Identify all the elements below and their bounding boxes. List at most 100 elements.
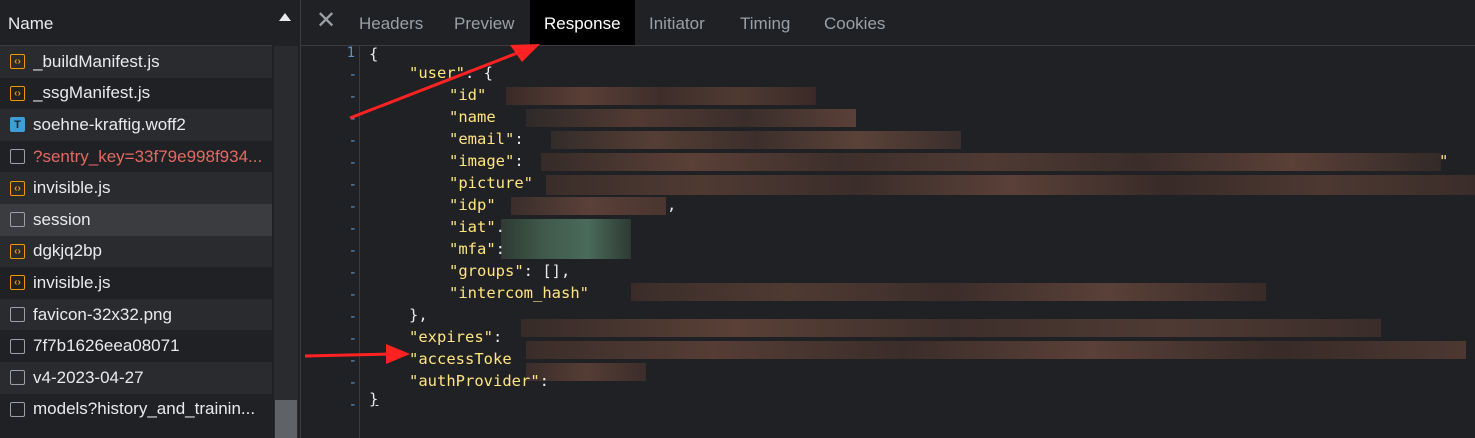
tab-initiator[interactable]: Initiator <box>649 0 705 45</box>
redacted-value <box>546 175 1475 195</box>
json-line-user: "user": { <box>409 62 493 84</box>
json-punct: : <box>493 328 503 346</box>
request-list-panel: Name ‹› _buildManifest.js ‹› _ssgManifest.j… <box>0 0 301 438</box>
request-name: favicon-32x32.png <box>33 304 172 324</box>
document-icon <box>10 149 25 165</box>
name-column-header[interactable]: Name <box>0 0 272 46</box>
script-icon: ‹› <box>10 180 25 196</box>
json-key: "accessToke <box>409 350 512 368</box>
fold-marker[interactable]: - <box>341 155 357 171</box>
request-row[interactable]: v4-2023-04-27 <box>0 361 272 394</box>
document-icon <box>10 307 25 323</box>
request-name: _buildManifest.js <box>33 51 160 71</box>
script-icon: ‹› <box>10 85 25 101</box>
font-icon: T <box>10 117 25 133</box>
script-icon: ‹› <box>10 54 25 70</box>
json-key: "idp" <box>449 196 496 214</box>
tab-preview[interactable]: Preview <box>454 0 514 45</box>
request-name: 7f7b1626eea08071 <box>33 336 180 356</box>
json-line-groups: "groups": [], <box>449 260 570 282</box>
document-icon <box>10 370 25 386</box>
fold-marker[interactable]: - <box>341 331 357 347</box>
scrollbar-track[interactable] <box>274 46 298 438</box>
fold-marker[interactable]: - <box>341 375 357 391</box>
request-row[interactable]: ‹› invisible.js <box>0 172 272 204</box>
document-icon <box>10 212 25 228</box>
redacted-value <box>526 341 1466 359</box>
json-punct: : <box>514 130 524 148</box>
fold-marker[interactable]: - <box>341 67 357 83</box>
line-number: 1 <box>346 45 355 61</box>
json-key: "groups" <box>449 262 524 280</box>
json-close-brace: } <box>369 390 379 408</box>
fold-marker[interactable]: - <box>341 133 357 149</box>
redacted-value <box>501 219 631 259</box>
json-key: "image" <box>449 152 515 170</box>
json-line-iat: "iat". <box>449 216 505 238</box>
json-key: "name <box>449 108 496 126</box>
json-punct: : <box>495 240 506 258</box>
json-key: "id" <box>449 86 487 104</box>
json-punct: : <box>514 152 524 170</box>
fold-marker[interactable]: - <box>341 353 357 369</box>
json-user-close: }, <box>409 306 428 324</box>
request-row[interactable]: Tsoehne-kraftig.woff2 <box>0 109 272 141</box>
redacted-value <box>506 87 816 105</box>
redacted-value <box>511 197 666 215</box>
tab-timing[interactable]: Timing <box>740 0 790 45</box>
fold-marker[interactable]: - <box>341 397 357 413</box>
response-code-view[interactable]: 1 - - - - - - - - - - - - - - - - { "user": { "id" "nam… <box>301 45 1475 438</box>
fold-marker[interactable]: - <box>341 221 357 237</box>
fold-marker[interactable]: - <box>341 89 357 105</box>
document-icon <box>10 338 25 354</box>
tab-headers[interactable]: Headers <box>359 0 423 45</box>
json-key: "intercom_hash" <box>449 284 589 302</box>
json-key: "user" <box>409 64 465 82</box>
json-line-email: "email": <box>449 128 524 150</box>
json-punct: : <box>539 372 549 390</box>
request-row[interactable]: ‹› invisible.js <box>0 267 272 299</box>
tab-response[interactable]: Response <box>530 0 635 45</box>
document-icon <box>10 401 25 417</box>
request-row[interactable]: models?history_and_trainin... <box>0 394 272 426</box>
request-row[interactable]: 7f7b1626eea08071 <box>0 330 272 362</box>
json-punct: . <box>495 218 506 236</box>
json-punct: , <box>667 196 677 214</box>
request-row[interactable]: ‹› _ssgManifest.js <box>0 78 272 110</box>
redacted-value <box>521 319 1381 337</box>
fold-marker[interactable]: - <box>341 309 357 325</box>
fold-marker[interactable]: - <box>341 287 357 303</box>
redacted-value <box>526 109 856 127</box>
request-name: v4-2023-04-27 <box>33 367 144 387</box>
redacted-value <box>631 283 1266 301</box>
request-name: session <box>33 209 91 229</box>
request-row[interactable]: ‹› dgkjq2bp <box>0 235 272 268</box>
request-row[interactable]: ?sentry_key=33f79e998f934... <box>0 141 272 173</box>
json-key: "authProvider" <box>409 372 540 390</box>
json-key: "iat" <box>449 218 496 236</box>
request-row[interactable]: ‹› _buildManifest.js <box>0 46 272 78</box>
json-key: "picture" <box>449 174 533 192</box>
request-row[interactable]: session <box>0 203 272 236</box>
name-column-label: Name <box>8 14 54 33</box>
request-name: ?sentry_key=33f79e998f934... <box>33 146 263 166</box>
fold-marker[interactable]: - <box>341 243 357 259</box>
json-punct: : { <box>465 64 493 82</box>
script-icon: ‹› <box>10 275 25 291</box>
json-line-expires: "expires": <box>409 326 502 348</box>
fold-marker[interactable]: - <box>341 199 357 215</box>
sort-ascending-icon[interactable] <box>279 13 291 21</box>
fold-marker[interactable]: - <box>341 111 357 127</box>
tab-cookies[interactable]: Cookies <box>824 0 885 45</box>
redacted-value <box>541 153 1441 171</box>
request-row[interactable]: favicon-32x32.png <box>0 298 272 331</box>
script-icon: ‹› <box>10 243 25 259</box>
json-key: "mfa" <box>449 240 496 258</box>
json-line-authprovider: "authProvider": <box>409 370 549 392</box>
scrollbar-thumb[interactable] <box>275 400 297 438</box>
json-key: "expires" <box>409 328 493 346</box>
request-name: invisible.js <box>33 272 111 292</box>
fold-marker[interactable]: - <box>341 265 357 281</box>
fold-marker[interactable]: - <box>341 177 357 193</box>
close-icon[interactable]: ✕ <box>316 9 336 33</box>
